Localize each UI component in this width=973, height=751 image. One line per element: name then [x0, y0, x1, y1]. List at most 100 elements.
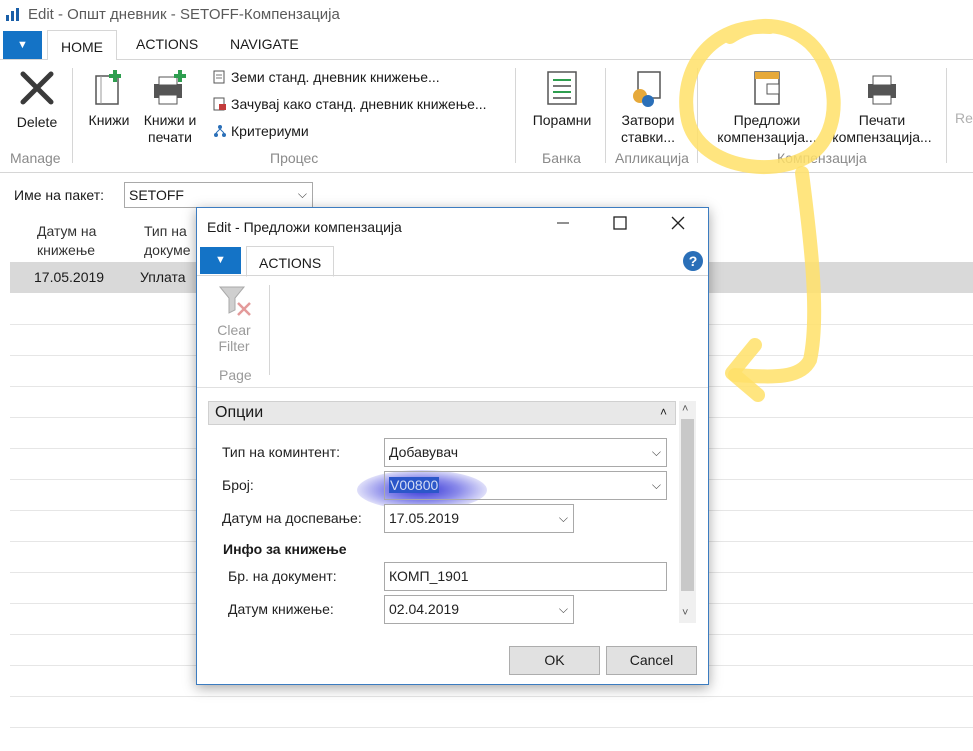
grid-line	[10, 696, 973, 697]
cut-off-label: Re	[955, 110, 973, 126]
ribbon: Delete Manage Книжи Книжи и печати Земи …	[0, 60, 973, 173]
title-bar: Edit - Општ дневник - SETOFF-Компензациј…	[0, 0, 973, 30]
delete-x-icon	[20, 71, 54, 105]
delete-button[interactable]: Delete	[8, 68, 66, 131]
suggest-compensation-label-2: компензација...	[717, 129, 817, 145]
get-standard-journal-button[interactable]: Земи станд. дневник книжење...	[213, 69, 440, 85]
posting-date-input[interactable]: 02.04.2019 ⌵	[384, 595, 574, 624]
dialog-action-pane: Clear Filter Page	[197, 277, 708, 388]
group-manage-label: Manage	[10, 150, 61, 166]
client-type-label: Тип на коминтент:	[222, 444, 340, 460]
cut-off-ribbon-button[interactable]: Re	[955, 110, 973, 127]
column-header-line-1: Тип на	[144, 223, 187, 239]
journal-icon	[213, 70, 225, 84]
dialog-menu-button[interactable]: ▼	[200, 247, 241, 274]
group-bank-label: Банка	[542, 150, 581, 166]
chevron-down-icon: ⌵	[297, 187, 307, 201]
scroll-down-icon[interactable]: ˅	[682, 607, 688, 619]
save-standard-journal-label: Зачувај како станд. дневник книжење...	[231, 96, 487, 112]
posting-date-value: 02.04.2019	[389, 601, 460, 617]
minimize-icon[interactable]	[556, 214, 570, 235]
number-value: V00800	[389, 477, 440, 493]
print-compensation-button[interactable]: Печати компензација...	[826, 68, 938, 146]
due-date-value: 17.05.2019	[389, 510, 460, 526]
clear-filter-button[interactable]: Clear Filter	[209, 283, 259, 354]
post-document-icon	[95, 70, 121, 105]
wallet-icon	[754, 71, 780, 105]
posting-date-label: Датум книжење:	[228, 601, 334, 617]
reconcile-label: Порамни	[532, 112, 592, 128]
tab-home[interactable]: HOME	[47, 30, 117, 61]
grid-line	[10, 727, 973, 728]
suggest-compensation-button[interactable]: Предложи компензација...	[705, 68, 829, 146]
column-header-document-type[interactable]: Тип на докуме	[144, 222, 196, 260]
close-entries-button[interactable]: Затвори ставки...	[612, 68, 684, 146]
dialog-tab-row: ▼ ACTIONS ?	[197, 246, 708, 277]
fasttab-options-title: Опции	[215, 404, 264, 421]
chevron-down-icon: ⌵	[651, 478, 661, 492]
tab-actions[interactable]: ACTIONS	[246, 246, 335, 277]
app-logo-icon	[6, 8, 19, 21]
close-entries-icon	[633, 71, 661, 107]
due-date-input[interactable]: 17.05.2019 ⌵	[384, 504, 574, 533]
save-standard-journal-button[interactable]: Зачувај како станд. дневник книжење...	[213, 96, 487, 112]
criteria-icon	[214, 125, 226, 137]
app-menu-button[interactable]: ▼	[3, 31, 42, 59]
print-compensation-label-2: компензација...	[832, 129, 932, 145]
main-window: Edit - Општ дневник - SETOFF-Компензациј…	[0, 0, 973, 751]
criteria-button[interactable]: Критериуми	[213, 123, 309, 139]
post-label: Книжи	[88, 112, 130, 128]
document-no-value: КОМП_1901	[389, 568, 469, 584]
chevron-up-icon: ˄	[659, 405, 667, 419]
chevron-down-icon: ⌵	[651, 445, 661, 459]
client-type-value: Добавувач	[389, 444, 459, 460]
ribbon-separator	[72, 68, 73, 163]
batch-name-value: SETOFF	[129, 187, 184, 203]
delete-label: Delete	[16, 114, 58, 130]
criteria-label: Критериуми	[231, 123, 309, 139]
client-type-select[interactable]: Добавувач ⌵	[384, 438, 667, 467]
chevron-down-icon: ⌵	[558, 602, 568, 616]
ok-button[interactable]: OK	[509, 646, 600, 675]
post-print-label-1: Книжи и	[143, 112, 197, 128]
close-entries-label-1: Затвори	[621, 112, 675, 128]
reconcile-button[interactable]: Порамни	[526, 68, 598, 129]
post-and-print-button[interactable]: Книжи и печати	[138, 68, 202, 146]
fasttab-options[interactable]: Опции ˄	[208, 401, 676, 425]
reconcile-sheet-icon	[547, 71, 577, 105]
document-no-input[interactable]: КОМП_1901	[384, 562, 667, 591]
dialog-ribbon-separator	[269, 285, 270, 375]
scrollbar-thumb[interactable]	[681, 419, 694, 591]
printer-icon	[868, 75, 896, 105]
tab-navigate[interactable]: NAVIGATE	[230, 36, 299, 52]
save-journal-icon	[213, 97, 226, 111]
post-button[interactable]: Книжи	[84, 68, 134, 129]
scroll-up-icon[interactable]: ˄	[682, 403, 688, 415]
batch-name-select[interactable]: SETOFF ⌵	[124, 182, 313, 208]
clear-filter-icon	[218, 286, 251, 316]
get-standard-journal-label: Земи станд. дневник книжење...	[231, 69, 440, 85]
help-icon[interactable]: ?	[683, 251, 703, 271]
ribbon-separator	[946, 68, 947, 163]
dialog-scrollbar[interactable]: ˄ ˅	[679, 401, 696, 623]
chevron-down-icon: ⌵	[558, 511, 568, 525]
number-label: Број:	[222, 477, 254, 493]
group-process-label: Процес	[270, 150, 319, 166]
dialog-title: Edit - Предложи компензација	[207, 219, 402, 235]
cancel-button[interactable]: Cancel	[606, 646, 697, 675]
cell-document-type: Уплата	[140, 269, 186, 285]
batch-name-label: Име на пакет:	[14, 187, 105, 203]
posting-info-heading: Инфо за книжење	[223, 541, 347, 557]
tab-actions[interactable]: ACTIONS	[136, 36, 198, 52]
column-header-posting-date[interactable]: Датум на книжење	[37, 222, 96, 260]
column-header-line-2: докуме	[144, 242, 191, 258]
maximize-icon[interactable]	[613, 214, 627, 235]
printer-plus-icon	[154, 70, 186, 105]
ribbon-separator	[697, 68, 698, 163]
number-input[interactable]: V00800 ⌵	[384, 471, 667, 500]
cell-posting-date: 17.05.2019	[34, 269, 105, 285]
ribbon-tab-row: ▼ HOME ACTIONS NAVIGATE	[0, 30, 973, 61]
close-icon[interactable]	[671, 214, 685, 235]
ribbon-separator	[515, 68, 516, 163]
print-compensation-label-1: Печати	[858, 112, 906, 128]
